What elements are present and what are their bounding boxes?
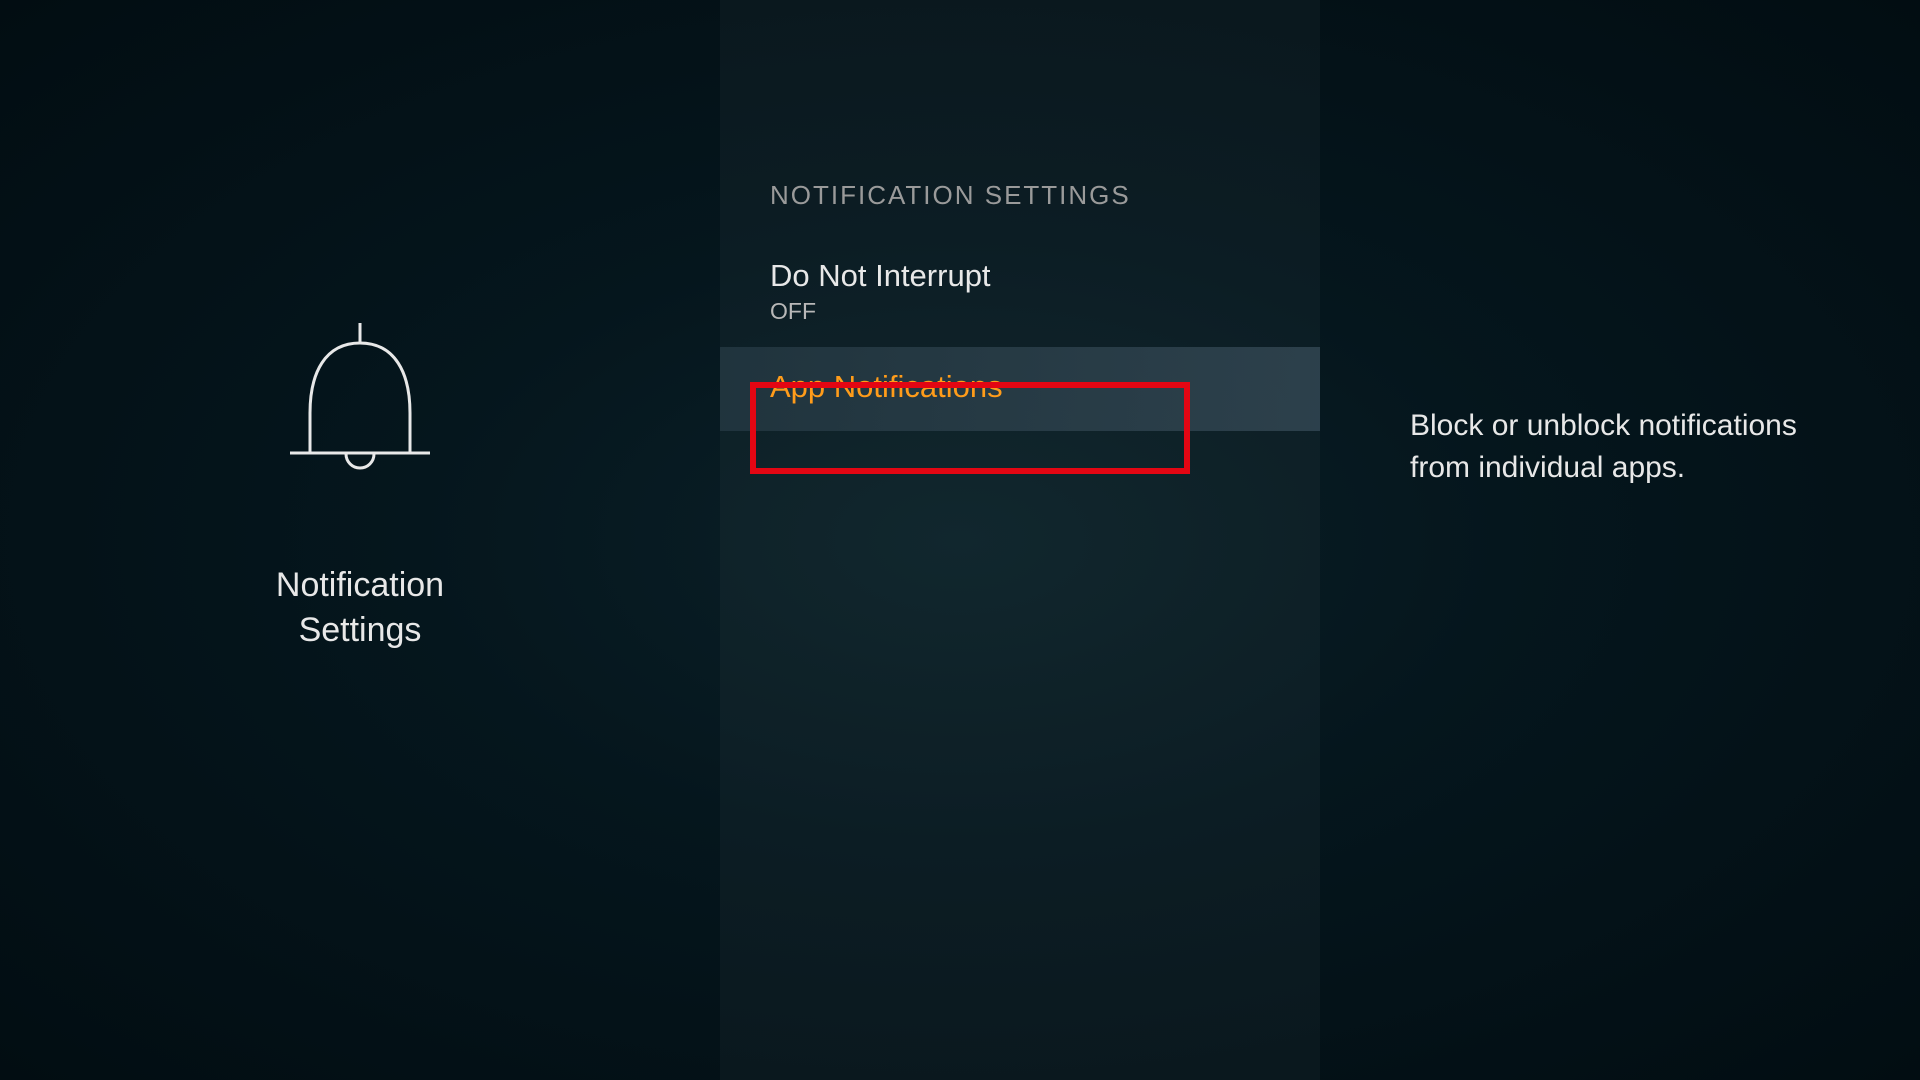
menu-item-app-notifications[interactable]: App Notifications [720,347,1320,431]
settings-menu-panel: NOTIFICATION SETTINGS Do Not Interrupt O… [720,0,1320,1080]
page-title-line2: Settings [299,611,422,649]
description-text: Block or unblock notifications from indi… [1410,405,1860,489]
page-title-line1: Notification [276,566,444,604]
page-title: Notification Settings [276,563,444,651]
description-panel: Block or unblock notifications from indi… [1320,0,1920,1080]
menu-item-value: OFF [770,298,1270,325]
bell-icon [280,318,440,493]
section-header: NOTIFICATION SETTINGS [720,180,1320,236]
left-info-panel: Notification Settings [0,0,720,1080]
menu-item-do-not-interrupt[interactable]: Do Not Interrupt OFF [720,236,1320,347]
menu-item-label: App Notifications [770,369,1270,405]
menu-item-label: Do Not Interrupt [770,258,1270,294]
